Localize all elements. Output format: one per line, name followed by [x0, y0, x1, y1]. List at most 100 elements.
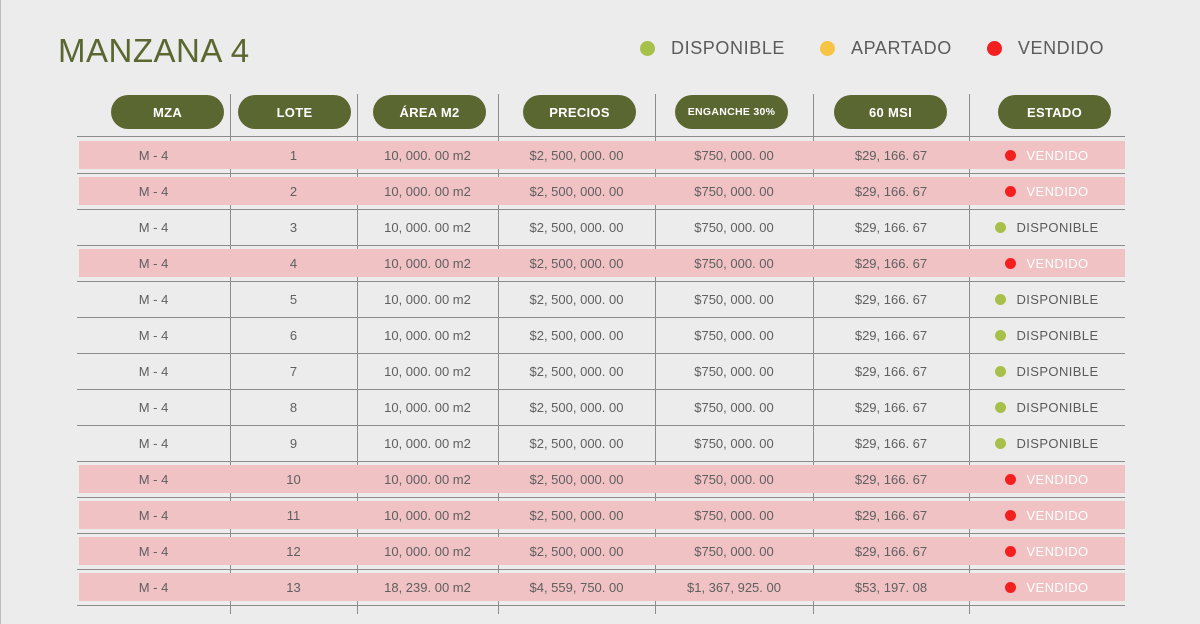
cell-msi: $29, 166. 67 — [854, 435, 928, 451]
cell-estado: VENDIDO — [969, 569, 1125, 605]
cell-lote: 5 — [289, 291, 298, 307]
cell-precio: $2, 500, 000. 00 — [529, 363, 624, 379]
cell-estado: VENDIDO — [969, 173, 1125, 209]
cell-area: 10, 000. 00 m2 — [384, 219, 471, 235]
cell-estado: VENDIDO — [969, 533, 1125, 569]
cell-estado: DISPONIBLE — [969, 353, 1125, 389]
cell-mza: M - 4 — [138, 543, 169, 559]
status-label: VENDIDO — [1026, 543, 1089, 559]
cell-mza: M - 4 — [138, 471, 169, 487]
cell-enganche: $750, 000. 00 — [694, 147, 774, 163]
cell-estado: DISPONIBLE — [969, 425, 1125, 461]
cell-enganche: $750, 000. 00 — [694, 291, 774, 307]
cell-mza: M - 4 — [138, 399, 169, 415]
header-msi: 60 MSI — [834, 95, 947, 129]
status-label: VENDIDO — [1026, 147, 1089, 163]
cell-area: 10, 000. 00 m2 — [384, 291, 471, 307]
cell-estado: DISPONIBLE — [969, 209, 1125, 245]
cell-lote: 13 — [286, 579, 301, 595]
cell-lote: 3 — [289, 219, 298, 235]
cell-enganche: $1, 367, 925. 00 — [687, 579, 781, 595]
cell-lote: 4 — [289, 255, 298, 271]
disponible-dot-icon — [995, 401, 1007, 413]
table-row: M - 4 10 10, 000. 00 m2 $2, 500, 000. 00 $75… — [77, 461, 1125, 498]
status-label: DISPONIBLE — [1016, 291, 1099, 307]
disponible-dot-icon — [995, 329, 1007, 341]
cell-area: 10, 000. 00 m2 — [384, 183, 471, 199]
table-row: M - 4 12 10, 000. 00 m2 $2, 500, 000. 00 $75… — [77, 533, 1125, 570]
cell-mza: M - 4 — [138, 219, 169, 235]
header-estado: ESTADO — [998, 95, 1111, 129]
header-precios: PRECIOS — [523, 95, 636, 129]
cell-msi: $29, 166. 67 — [854, 255, 928, 271]
cell-area: 10, 000. 00 m2 — [384, 543, 471, 559]
cell-precio: $2, 500, 000. 00 — [529, 219, 624, 235]
cell-msi: $29, 166. 67 — [854, 183, 928, 199]
cell-area: 18, 239. 00 m2 — [384, 579, 471, 595]
cell-precio: $2, 500, 000. 00 — [529, 471, 624, 487]
cell-lote: 11 — [286, 507, 301, 523]
header-area: ÁREA M2 — [373, 95, 486, 129]
status-label: VENDIDO — [1026, 255, 1089, 271]
cell-msi: $53, 197. 08 — [854, 579, 928, 595]
status-label: VENDIDO — [1026, 183, 1089, 199]
cell-mza: M - 4 — [138, 183, 169, 199]
cell-lote: 6 — [289, 327, 298, 343]
status-label: VENDIDO — [1026, 507, 1089, 523]
vendido-dot-icon — [1005, 257, 1017, 269]
cell-mza: M - 4 — [138, 435, 169, 451]
cell-estado: VENDIDO — [969, 497, 1125, 533]
cell-enganche: $750, 000. 00 — [694, 543, 774, 559]
cell-enganche: $750, 000. 00 — [694, 327, 774, 343]
cell-estado: VENDIDO — [969, 461, 1125, 497]
cell-lote: 8 — [289, 399, 298, 415]
header-lote: LOTE — [238, 95, 351, 129]
cell-precio: $2, 500, 000. 00 — [529, 291, 624, 307]
cell-area: 10, 000. 00 m2 — [384, 363, 471, 379]
table-row: M - 4 9 10, 000. 00 m2 $2, 500, 000. 00 $750… — [77, 425, 1125, 462]
table-row: M - 4 5 10, 000. 00 m2 $2, 500, 000. 00 $750… — [77, 281, 1125, 318]
status-label: VENDIDO — [1026, 471, 1089, 487]
cell-area: 10, 000. 00 m2 — [384, 471, 471, 487]
cell-lote: 7 — [289, 363, 298, 379]
cell-msi: $29, 166. 67 — [854, 507, 928, 523]
cell-area: 10, 000. 00 m2 — [384, 399, 471, 415]
cell-lote: 10 — [286, 471, 301, 487]
cell-precio: $2, 500, 000. 00 — [529, 543, 624, 559]
cell-mza: M - 4 — [138, 291, 169, 307]
status-label: DISPONIBLE — [1016, 219, 1099, 235]
cell-msi: $29, 166. 67 — [854, 471, 928, 487]
cell-msi: $29, 166. 67 — [854, 147, 928, 163]
cell-msi: $29, 166. 67 — [854, 327, 928, 343]
cell-msi: $29, 166. 67 — [854, 219, 928, 235]
cell-estado: VENDIDO — [969, 245, 1125, 281]
disponible-dot-icon — [995, 221, 1007, 233]
lots-table: MZA LOTE ÁREA M2 PRECIOS ENGANCHE 30% 60… — [77, 0, 1125, 624]
cell-mza: M - 4 — [138, 255, 169, 271]
header-mza: MZA — [111, 95, 224, 129]
table-row: M - 4 1 10, 000. 00 m2 $2, 500, 000. 00 $750… — [77, 137, 1125, 174]
table-row: M - 4 8 10, 000. 00 m2 $2, 500, 000. 00 $750… — [77, 389, 1125, 426]
cell-lote: 2 — [289, 183, 298, 199]
cell-enganche: $750, 000. 00 — [694, 255, 774, 271]
vendido-dot-icon — [1005, 545, 1017, 557]
cell-msi: $29, 166. 67 — [854, 543, 928, 559]
cell-area: 10, 000. 00 m2 — [384, 507, 471, 523]
status-label: DISPONIBLE — [1016, 399, 1099, 415]
table-row: M - 4 4 10, 000. 00 m2 $2, 500, 000. 00 $750… — [77, 245, 1125, 282]
cell-precio: $2, 500, 000. 00 — [529, 435, 624, 451]
cell-enganche: $750, 000. 00 — [694, 183, 774, 199]
cell-estado: VENDIDO — [969, 137, 1125, 173]
cell-area: 10, 000. 00 m2 — [384, 435, 471, 451]
cell-precio: $2, 500, 000. 00 — [529, 183, 624, 199]
vendido-dot-icon — [1005, 185, 1017, 197]
cell-mza: M - 4 — [138, 507, 169, 523]
cell-precio: $2, 500, 000. 00 — [529, 147, 624, 163]
cell-mza: M - 4 — [138, 327, 169, 343]
cell-enganche: $750, 000. 00 — [694, 507, 774, 523]
status-label: VENDIDO — [1026, 579, 1089, 595]
cell-enganche: $750, 000. 00 — [694, 219, 774, 235]
table-row: M - 4 2 10, 000. 00 m2 $2, 500, 000. 00 $750… — [77, 173, 1125, 210]
cell-msi: $29, 166. 67 — [854, 291, 928, 307]
cell-estado: DISPONIBLE — [969, 281, 1125, 317]
